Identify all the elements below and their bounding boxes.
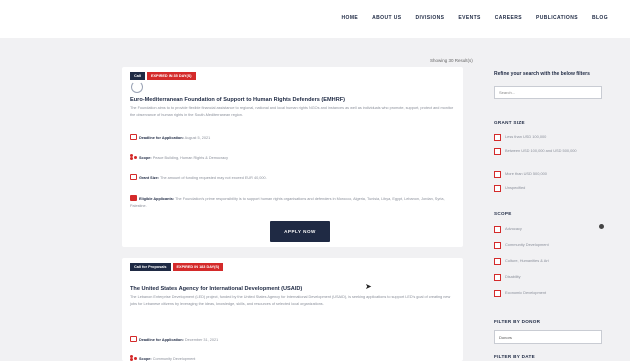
calendar-icon [130, 336, 137, 342]
scope-title: SCOPE [494, 211, 512, 216]
checkbox[interactable] [494, 258, 501, 265]
type-badge: Call for Proposals [130, 263, 171, 271]
scrollbar-dot[interactable] [599, 224, 604, 229]
checkbox[interactable] [494, 148, 501, 155]
scope-field: Scope: Peace Building, Human Rights & De… [130, 154, 455, 162]
scope-label: Scope: [139, 357, 152, 361]
search-input[interactable]: Search... [494, 85, 602, 99]
checkbox[interactable] [494, 290, 501, 297]
nav-blog[interactable]: BLOG [592, 15, 608, 21]
nav-careers[interactable]: CAREERS [495, 15, 522, 21]
option-label: Unspecified [505, 185, 526, 190]
deadline-label: Deadline for Application: [139, 338, 184, 342]
network-icon [130, 355, 137, 361]
scope-option[interactable]: Economic Development [494, 290, 606, 297]
grant-size-option[interactable]: Between USD 100,000 and USD 500,000 [494, 148, 606, 155]
grant-title[interactable]: Euro-Mediterranean Foundation of Support… [130, 97, 345, 103]
badge-row: Call EXPIRED IN 35 DAY(S) [130, 72, 196, 80]
option-label: More than USD 500,000 [505, 171, 547, 176]
deadline-field: Deadline for Application: December 31, 2… [130, 336, 455, 344]
top-navigation: HOME ABOUT US DIVISIONS EVENTS CAREERS P… [0, 0, 630, 38]
expiry-badge: EXPIRED IN 35 DAY(S) [146, 72, 196, 80]
checkbox[interactable] [494, 171, 501, 178]
calendar-icon [130, 134, 137, 140]
scope-field: Scope: Community Development [130, 355, 455, 361]
option-label: Economic Development [505, 290, 547, 295]
checkbox[interactable] [494, 185, 501, 192]
nav-publications[interactable]: PUBLICATIONS [536, 15, 578, 21]
nav-about-us[interactable]: ABOUT US [372, 15, 401, 21]
scope-option[interactable]: Advocacy [494, 226, 606, 233]
option-label: Culture, Humanities & Art [505, 258, 549, 263]
option-label: Less than USD 100,000 [505, 134, 547, 139]
scope-value: Community Development [152, 357, 196, 361]
grant-size-option[interactable]: More than USD 500,000 [494, 171, 606, 178]
type-badge: Call [130, 72, 145, 80]
filter-heading: Refine your search with the below filter… [494, 71, 590, 77]
money-icon [130, 174, 137, 180]
deadline-value: August 5, 2021 [184, 136, 211, 140]
scope-value: Peace Building, Human Rights & Democracy [152, 156, 229, 160]
nav-divisions[interactable]: DIVISIONS [415, 15, 444, 21]
checkbox[interactable] [494, 274, 501, 281]
donor-filter-title: FILTER BY DONOR [494, 319, 541, 324]
network-icon [130, 154, 137, 160]
grant-size-option[interactable]: Less than USD 100,000 [494, 134, 606, 141]
filter-sidebar: Refine your search with the below filter… [494, 71, 606, 359]
grant-card: Call EXPIRED IN 35 DAY(S) Euro-Mediterra… [122, 67, 463, 247]
grant-card: Call for Proposals EXPIRED IN 183 DAY(S)… [122, 258, 463, 361]
results-count: Showing 30 Result(s) [430, 58, 473, 63]
grant-description: The Foundation aims to to provide flexib… [130, 106, 454, 117]
grant-size-field: Grant Size: The amount of funding reques… [130, 174, 455, 182]
eligible-label: Eligible Applicants: [139, 197, 175, 201]
option-label: Disability [505, 274, 521, 279]
apply-now-button[interactable]: APPLY NOW [270, 221, 330, 242]
grant-description: The Lebanon Enterprise Development (LED)… [130, 295, 451, 306]
checkbox-icon [130, 195, 137, 201]
option-label: Between USD 100,000 and USD 500,000 [505, 148, 577, 153]
nav-links: HOME ABOUT US DIVISIONS EVENTS CAREERS P… [342, 15, 608, 21]
option-label: Community Development [505, 242, 549, 247]
badge-row: Call for Proposals EXPIRED IN 183 DAY(S) [130, 263, 224, 271]
deadline-value: December 31, 2021 [184, 338, 219, 342]
scope-option[interactable]: Culture, Humanities & Art [494, 258, 606, 265]
nav-home[interactable]: HOME [342, 15, 359, 21]
expiry-badge: EXPIRED IN 183 DAY(S) [172, 263, 224, 271]
grant-size-value: The amount of funding requested may not … [160, 176, 267, 180]
loading-spinner-icon [131, 81, 143, 93]
donor-select[interactable]: Donors [494, 330, 602, 344]
scope-label: Scope: [139, 156, 152, 160]
checkbox[interactable] [494, 226, 501, 233]
scope-option[interactable]: Disability [494, 274, 606, 281]
deadline-label: Deadline for Application: [139, 136, 184, 140]
grant-size-title: GRANT SIZE [494, 120, 525, 125]
eligible-field: Eligible Applicants: The Foundation's pr… [130, 195, 455, 209]
checkbox[interactable] [494, 242, 501, 249]
grant-size-option[interactable]: Unspecified [494, 185, 606, 192]
option-label: Advocacy [505, 226, 522, 231]
date-filter-title: FILTER BY DATE [494, 354, 535, 359]
deadline-field: Deadline for Application: August 5, 2021 [130, 134, 455, 142]
nav-events[interactable]: EVENTS [458, 15, 480, 21]
mouse-cursor-icon: ➤ [365, 282, 372, 291]
grant-size-label: Grant Size: [139, 176, 160, 180]
checkbox[interactable] [494, 134, 501, 141]
scope-option[interactable]: Community Development [494, 242, 606, 249]
eligible-value: The Foundation's prime responsibility is… [130, 197, 445, 208]
grant-title[interactable]: The United States Agency for Internation… [130, 286, 302, 292]
